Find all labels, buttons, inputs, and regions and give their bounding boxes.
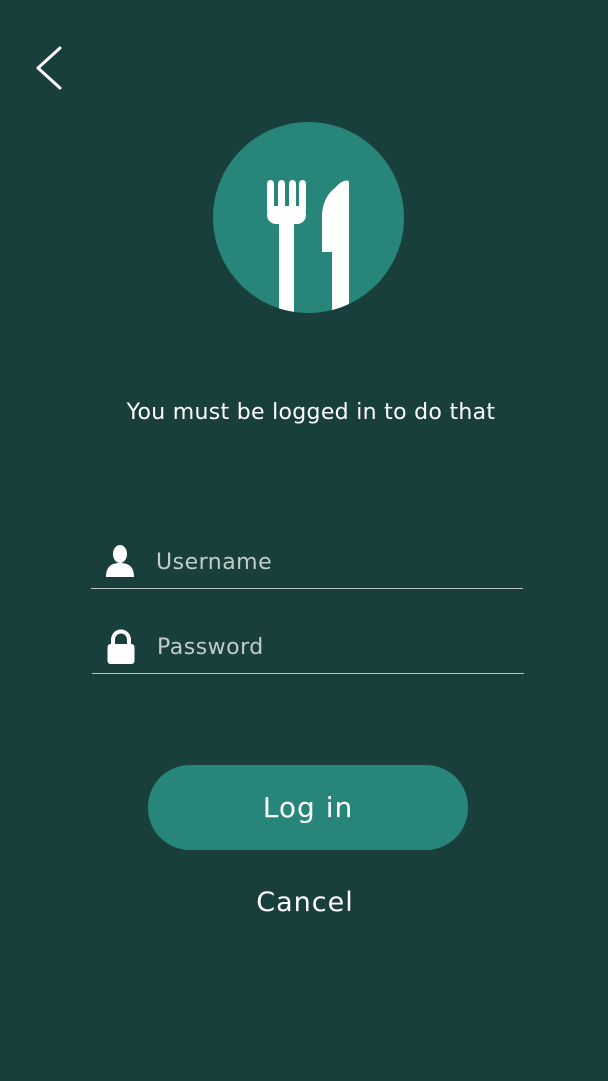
password-field — [92, 627, 524, 674]
username-input[interactable] — [156, 542, 516, 582]
login-button[interactable]: Log in — [148, 765, 468, 850]
cancel-button[interactable]: Cancel — [205, 883, 405, 923]
username-field — [91, 542, 523, 589]
chevron-left-icon — [36, 46, 62, 90]
user-icon — [105, 544, 135, 578]
fork-knife-icon — [213, 122, 404, 313]
lock-icon — [106, 629, 136, 664]
back-button[interactable] — [28, 40, 72, 96]
login-screen: You must be logged in to do that Log in … — [0, 0, 608, 1081]
login-required-message: You must be logged in to do that — [126, 400, 496, 425]
password-input[interactable] — [157, 627, 517, 667]
app-logo — [213, 122, 404, 313]
